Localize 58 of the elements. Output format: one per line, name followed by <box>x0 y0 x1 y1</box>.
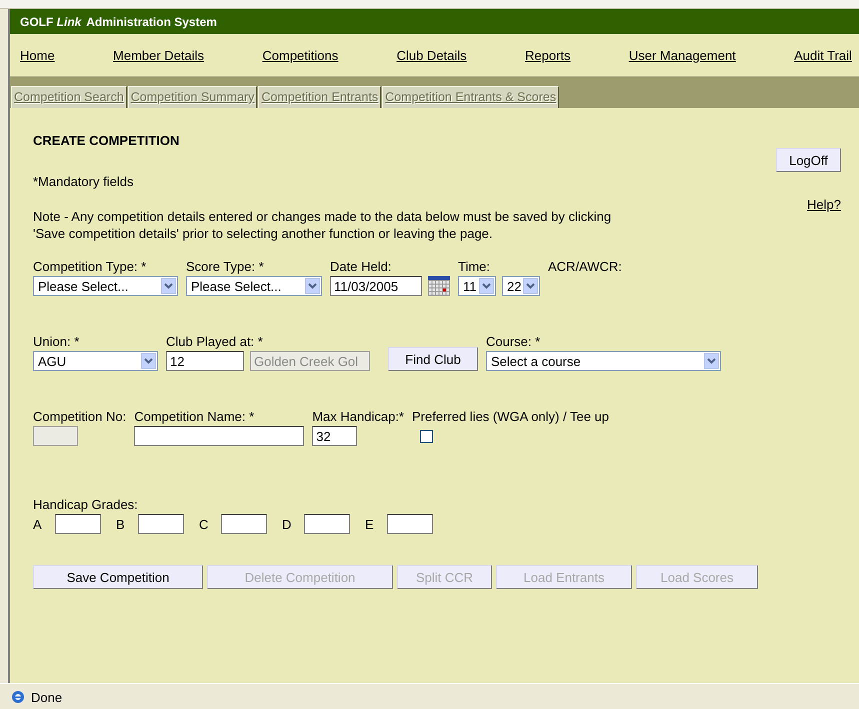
page-heading: CREATE COMPETITION <box>33 133 180 148</box>
note-text: Note - Any competition details entered or changes made to the data below must be saved by clicking 'Save competition details' prior to selecting another function or leaving the page. <box>33 208 612 242</box>
grade-label: A <box>33 516 43 532</box>
field-label: Course: * <box>486 334 542 349</box>
help-link[interactable]: Help? <box>807 197 841 212</box>
grade-label: C <box>199 516 210 532</box>
input-field[interactable] <box>55 514 101 534</box>
app-title: GOLF Link Administration System <box>20 14 217 28</box>
field-label: Preferred lies (WGA only) / Tee up <box>412 409 610 424</box>
field-label: Max Handicap:* <box>312 409 404 424</box>
caret-icon[interactable] <box>479 278 494 294</box>
dropdown[interactable]: Select a course <box>486 351 721 371</box>
action-button[interactable]: Save Competition <box>33 565 203 589</box>
caret-icon[interactable] <box>141 353 156 369</box>
field-label: Club Played at: * <box>166 334 264 349</box>
dropdown[interactable]: 11 <box>458 276 496 296</box>
field-label: Competition Type: * <box>33 259 148 274</box>
field-label: Competition Name: * <box>134 409 256 424</box>
status-text: Done <box>31 690 62 704</box>
nav-link[interactable]: Member Details <box>113 48 204 62</box>
dropdown[interactable]: 22 <box>502 276 540 296</box>
field-label: ACR/AWCR: <box>548 259 622 274</box>
nav-link[interactable]: Club Details <box>396 48 467 62</box>
logoff-button[interactable]: LogOff <box>776 148 841 172</box>
input-field[interactable] <box>304 514 350 534</box>
field-label: Competition No: <box>33 409 126 424</box>
grade-label: E <box>365 516 375 532</box>
nav-link[interactable]: Reports <box>525 48 571 62</box>
calendar-icon[interactable] <box>428 276 450 296</box>
nav-link[interactable]: Home <box>20 48 55 62</box>
grade-label: B <box>116 516 126 532</box>
field-label: Time: <box>458 259 492 274</box>
input-field[interactable] <box>134 426 304 446</box>
nav-link[interactable]: Competitions <box>262 48 338 62</box>
input-field[interactable]: 32 <box>312 426 358 446</box>
mandatory-note: *Mandatory fields <box>33 174 134 189</box>
input-field[interactable] <box>221 514 267 534</box>
caret-icon[interactable] <box>161 278 176 294</box>
field-label: Union: * <box>33 334 80 349</box>
caret-icon[interactable] <box>523 278 538 294</box>
dropdown[interactable]: Please Select... <box>33 276 178 296</box>
input-field[interactable]: 12 <box>166 351 244 371</box>
dropdown[interactable]: Please Select... <box>186 276 322 296</box>
find-club-button[interactable]: Find Club <box>388 347 478 371</box>
dropdown[interactable]: AGU <box>33 351 158 371</box>
checkbox[interactable] <box>420 430 433 442</box>
nav-link[interactable]: Audit Trail <box>794 48 852 62</box>
input-field[interactable] <box>387 514 433 534</box>
nav-link[interactable]: User Management <box>628 48 736 62</box>
field-label: Score Type: * <box>186 259 265 274</box>
caret-icon[interactable] <box>305 278 320 294</box>
input-field[interactable]: 11/03/2005 <box>330 276 422 296</box>
field-label: Handicap Grades: <box>33 497 139 512</box>
field-label: Date Held: <box>330 259 392 274</box>
browser-icon <box>10 689 26 705</box>
caret-icon[interactable] <box>704 353 719 369</box>
grade-label: D <box>282 516 292 532</box>
input-field[interactable] <box>138 514 184 534</box>
